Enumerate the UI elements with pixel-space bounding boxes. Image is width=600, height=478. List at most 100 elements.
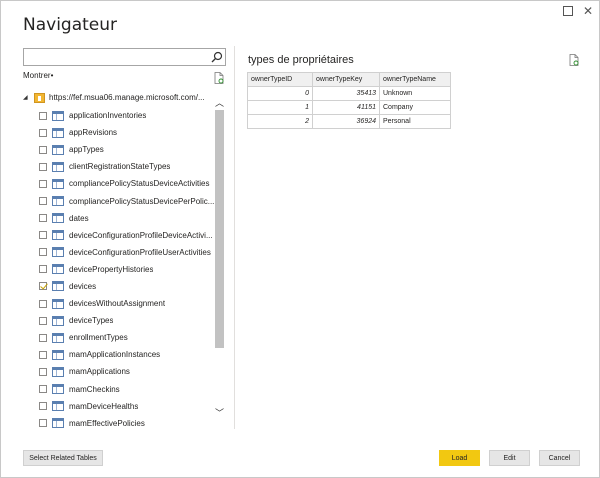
item-checkbox[interactable] [39,265,47,274]
scroll-up-icon[interactable]: ︿ [214,96,225,109]
item-checkbox[interactable] [39,145,47,154]
table-cell: Company [379,100,451,115]
item-checkbox[interactable] [39,385,47,394]
tree-item[interactable]: clientRegistrationStateTypes [39,158,215,175]
item-checkbox[interactable] [39,419,47,428]
item-checkbox[interactable] [39,248,47,257]
item-checkbox[interactable] [39,282,47,291]
item-checkbox[interactable] [39,299,47,308]
preview-title: types de propriétaires [248,54,354,66]
tree-item[interactable]: enrollmentTypes [39,329,215,346]
navigator-dialog: Navigateur ✕ Montrer• ◢ https://fef.msua… [0,0,600,478]
tree-item[interactable]: appRevisions [39,124,215,141]
load-button[interactable]: Load [439,450,480,466]
table-icon [52,401,64,412]
scroll-thumb[interactable] [215,110,224,348]
tree-item[interactable]: mamDeviceHealths [39,398,215,415]
table-icon [52,230,64,241]
tree-item-label: mamCheckins [69,384,120,394]
item-checkbox[interactable] [39,111,47,120]
item-checkbox[interactable] [39,179,47,188]
tree-item[interactable]: devices [39,278,215,295]
tree-item[interactable]: devicePropertyHistories [39,261,215,278]
tree-item[interactable]: mamApplicationInstances [39,346,215,363]
item-checkbox[interactable] [39,402,47,411]
tree-item[interactable]: compliancePolicyStatusDevicePerPolic... [39,192,215,209]
table-icon [52,418,64,429]
item-checkbox[interactable] [39,128,47,137]
tree-item-label: dates [69,213,89,223]
table-icon [52,281,64,292]
tree-item[interactable]: deviceTypes [39,312,215,329]
tree-item-label: deviceConfigurationProfileDeviceActivi..… [69,230,213,240]
refresh-document-icon[interactable] [569,54,579,66]
refresh-document-icon[interactable] [214,72,224,84]
cancel-button[interactable]: Cancel [539,450,580,466]
tree-root-label: https://fef.msua06.manage.microsoft.com/… [49,93,205,102]
tree-item[interactable]: deviceConfigurationProfileUserActivities [39,244,215,261]
tree-item-label: compliancePolicyStatusDevicePerPolic... [69,196,215,206]
tree-scrollbar[interactable]: ︿ ﹀ [214,93,225,429]
tree-item[interactable]: mamCheckins [39,381,215,398]
tree-item[interactable]: applicationInventories [39,107,215,124]
preview-table: ownerTypeID ownerTypeKey ownerTypeName 0… [247,72,451,129]
tree-item[interactable]: mamApplications [39,363,215,380]
item-checkbox[interactable] [39,162,47,171]
item-checkbox[interactable] [39,350,47,359]
table-cell: Personal [379,114,451,129]
tree-item-label: mamDeviceHealths [69,401,139,411]
tree-item-label: compliancePolicyStatusDeviceActivities [69,179,210,189]
table-cell: 0 [247,86,313,101]
table-header-row: ownerTypeID ownerTypeKey ownerTypeName [247,72,451,87]
search-icon[interactable] [211,51,223,63]
show-options-label[interactable]: Montrer• [23,71,53,80]
tree-item-label: mamApplications [69,367,130,377]
tree-item[interactable]: deviceConfigurationProfileDeviceActivi..… [39,227,215,244]
tree-item-label: appTypes [69,145,104,155]
tree-item[interactable]: devicesWithoutAssignment [39,295,215,312]
edit-button[interactable]: Edit [489,450,530,466]
table-row: 0 35413 Unknown [247,86,451,101]
data-source-icon [34,92,45,103]
table-icon [52,349,64,360]
tree-item[interactable]: mamEffectivePolicies [39,415,215,429]
table-icon [52,178,64,189]
table-row: 1 41151 Company [247,100,451,115]
table-icon [52,264,64,275]
tree-item[interactable]: compliancePolicyStatusDeviceActivities [39,175,215,192]
item-checkbox[interactable] [39,316,47,325]
table-list: applicationInventories appRevisions appTyp… [39,107,215,429]
item-checkbox[interactable] [39,367,47,376]
column-header: ownerTypeKey [312,72,380,87]
close-icon[interactable]: ✕ [581,4,595,18]
column-header: ownerTypeName [379,72,451,87]
tree-item-label: applicationInventories [69,111,147,121]
tree-item[interactable]: dates [39,210,215,227]
item-checkbox[interactable] [39,231,47,240]
select-related-tables-button[interactable]: Select Related Tables [23,450,103,466]
maximize-icon[interactable] [561,4,575,18]
tree-item-label: mamEffectivePolicies [69,418,145,428]
table-cell: 36924 [312,114,380,129]
tree-root-node[interactable]: ◢ https://fef.msua06.manage.microsoft.co… [23,89,205,106]
table-icon [52,127,64,138]
table-cell: 1 [247,100,313,115]
collapse-arrow-icon[interactable]: ◢ [23,94,31,101]
tree-item-label: deviceTypes [69,316,114,326]
scroll-down-icon[interactable]: ﹀ [214,406,225,419]
table-cell: 2 [247,114,313,129]
table-icon [52,315,64,326]
item-checkbox[interactable] [39,197,47,206]
tree-item-label: deviceConfigurationProfileUserActivities [69,247,211,257]
tree-item-label: appRevisions [69,128,118,138]
dialog-title: Navigateur [23,15,118,35]
tree-item[interactable]: appTypes [39,141,215,158]
table-cell: Unknown [379,86,451,101]
item-checkbox[interactable] [39,333,47,342]
tree-item-label: devices [69,281,97,291]
table-icon [52,161,64,172]
table-cell: 41151 [312,100,380,115]
table-row: 2 36924 Personal [247,114,451,129]
item-checkbox[interactable] [39,214,47,223]
search-input[interactable] [23,48,226,66]
